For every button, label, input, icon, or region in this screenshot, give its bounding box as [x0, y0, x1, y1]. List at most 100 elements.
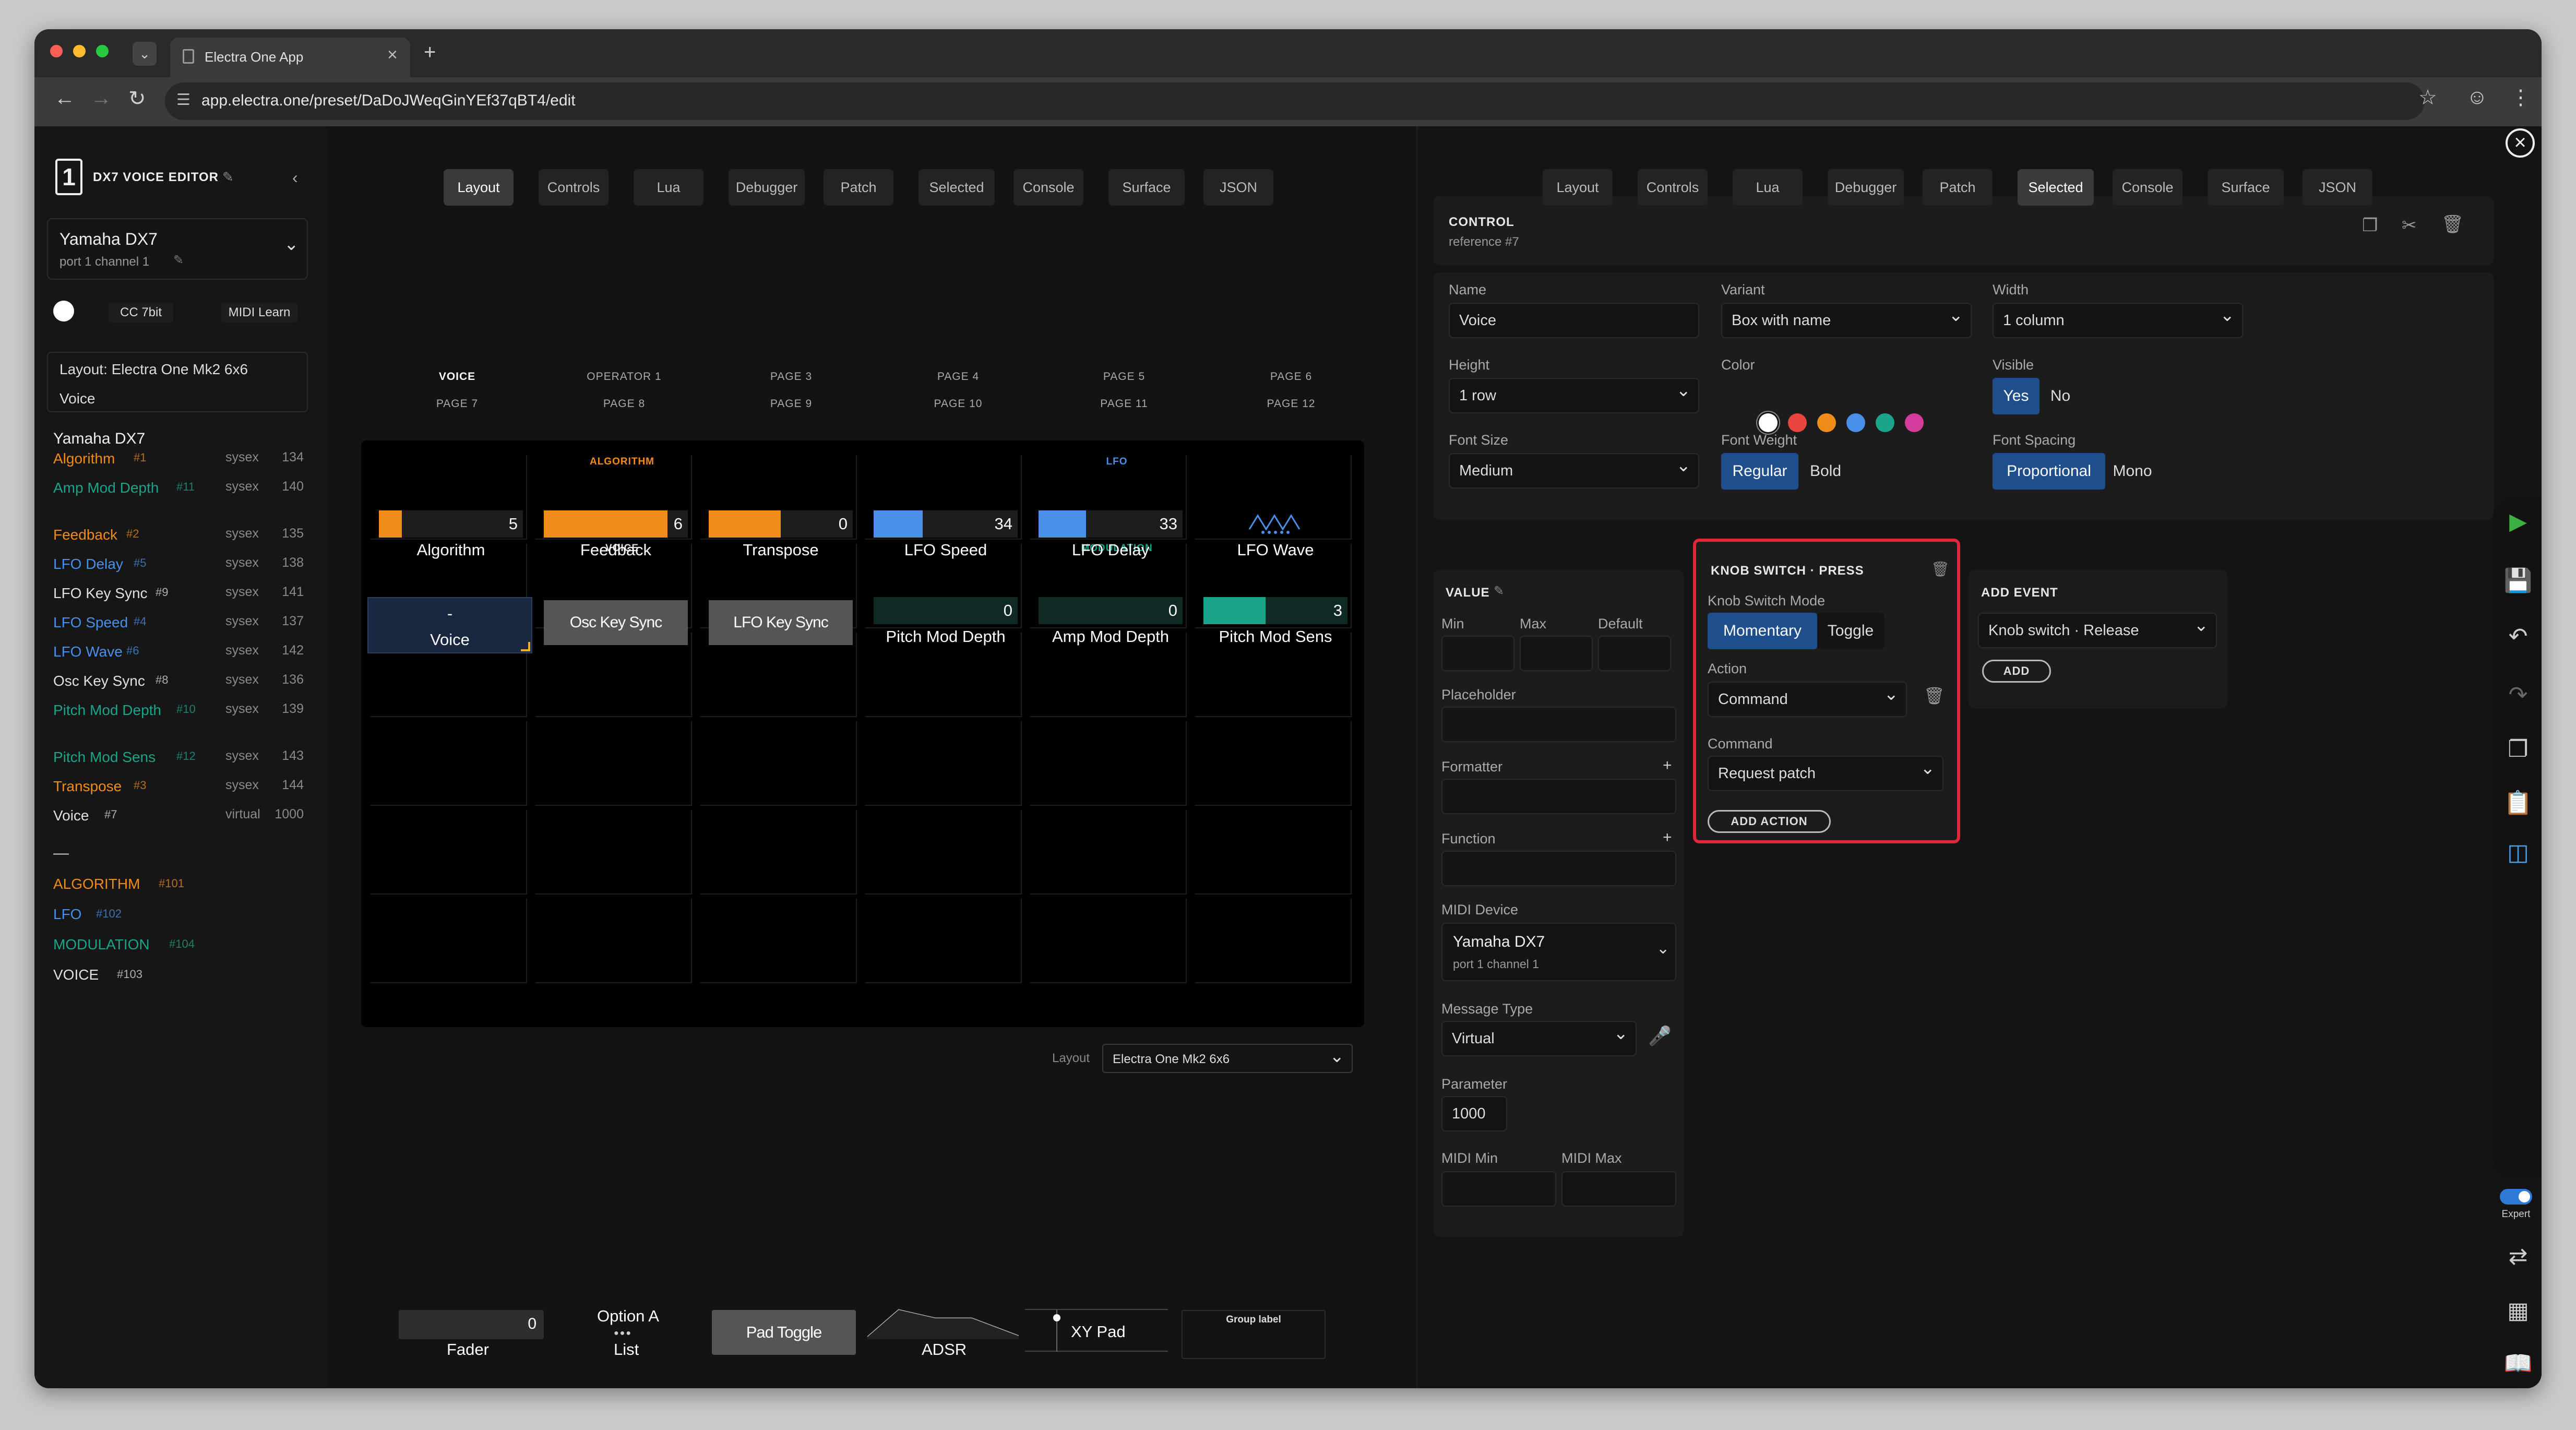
device-icon[interactable]: ▦: [2500, 1297, 2536, 1324]
tab-controls[interactable]: Controls: [539, 169, 609, 206]
min-input[interactable]: [1441, 636, 1514, 671]
parameter-item[interactable]: Pitch Mod Depth #10 sysex 139: [53, 701, 304, 726]
save-icon[interactable]: 💾: [2500, 567, 2536, 594]
tab-patch[interactable]: Patch: [824, 169, 893, 206]
fader-control[interactable]: 6: [544, 510, 688, 538]
tab-console[interactable]: Console: [1013, 169, 1083, 206]
max-input[interactable]: [1520, 636, 1593, 671]
page-button[interactable]: PAGE 9: [713, 398, 869, 410]
palette-list-label[interactable]: List: [614, 1340, 639, 1359]
formatter-input[interactable]: [1441, 779, 1676, 814]
page-button[interactable]: PAGE 11: [1046, 398, 1202, 410]
grid-cell[interactable]: [1195, 721, 1352, 806]
parameter-item[interactable]: Amp Mod Depth #11 sysex 140: [53, 479, 304, 504]
midi-min-input[interactable]: [1441, 1171, 1556, 1207]
transfer-icon[interactable]: ⇄: [2500, 1243, 2536, 1270]
color-swatch[interactable]: [1759, 413, 1778, 432]
delete-action-icon[interactable]: 🗑: [1924, 686, 1945, 706]
tab-selected[interactable]: Selected: [919, 169, 995, 206]
play-icon[interactable]: ▶: [2500, 508, 2536, 535]
page-button[interactable]: PAGE 12: [1213, 398, 1369, 410]
grid-cell[interactable]: [535, 721, 692, 806]
fader-control[interactable]: 0: [709, 510, 853, 538]
color-swatch[interactable]: [1817, 413, 1836, 432]
midi-indicator-toggle[interactable]: [53, 301, 74, 321]
group-item[interactable]: LFO #102: [53, 906, 304, 931]
grid-cell[interactable]: [1195, 810, 1352, 895]
font-spacing-mono[interactable]: Mono: [2105, 453, 2160, 490]
command-select[interactable]: Request patch: [1708, 756, 1943, 791]
expert-toggle[interactable]: [2500, 1189, 2532, 1205]
right-tab-console[interactable]: Console: [2113, 169, 2183, 206]
grid-cell[interactable]: [1030, 810, 1187, 895]
right-tab-debugger[interactable]: Debugger: [1828, 169, 1904, 206]
grid-cell[interactable]: [371, 899, 527, 983]
redo-icon[interactable]: ↷: [2500, 682, 2536, 708]
visible-no-button[interactable]: No: [2040, 378, 2081, 414]
resize-handle-icon[interactable]: [521, 642, 530, 651]
height-select[interactable]: 1 row: [1449, 378, 1699, 413]
parameter-item[interactable]: LFO Delay #5 sysex 138: [53, 555, 304, 580]
copy-icon[interactable]: ❐: [2362, 215, 2378, 236]
color-swatch[interactable]: [1905, 413, 1924, 432]
font-weight-bold[interactable]: Bold: [1798, 453, 1853, 490]
page-button[interactable]: PAGE 5: [1046, 371, 1202, 383]
device-selector[interactable]: Yamaha DX7 port 1 channel 1 ✎ ⌄: [47, 218, 308, 280]
page-button[interactable]: PAGE 6: [1213, 371, 1369, 383]
palette-fader[interactable]: 0: [399, 1310, 544, 1339]
grid-cell[interactable]: [1195, 899, 1352, 983]
cut-icon[interactable]: ✂: [2402, 215, 2417, 236]
url-field[interactable]: ☰ app.electra.one/preset/DaDoJWeqGinYEf3…: [165, 82, 2425, 120]
parameter-item[interactable]: LFO Key Sync #9 sysex 141: [53, 585, 304, 610]
grid-cell[interactable]: [700, 633, 857, 717]
function-input[interactable]: [1441, 851, 1676, 886]
grid-cell[interactable]: [1030, 721, 1187, 806]
grid-cell[interactable]: [865, 810, 1022, 895]
width-select[interactable]: 1 column: [1993, 303, 2243, 338]
pad-toggle-control[interactable]: LFO Key Sync: [709, 600, 853, 645]
paste-icon[interactable]: 📋: [2500, 789, 2536, 816]
grid-cell[interactable]: [700, 721, 857, 806]
fader-control[interactable]: 33: [1039, 510, 1183, 538]
site-settings-icon[interactable]: ☰: [176, 91, 190, 109]
color-swatch[interactable]: [1846, 413, 1865, 432]
page-button[interactable]: PAGE 3: [713, 371, 869, 383]
font-weight-regular[interactable]: Regular: [1721, 453, 1798, 490]
right-tab-lua[interactable]: Lua: [1733, 169, 1803, 206]
right-tab-selected[interactable]: Selected: [2018, 169, 2094, 206]
edit-value-icon[interactable]: ✎: [1494, 583, 1504, 599]
parameter-item[interactable]: Voice #7 virtual 1000: [53, 807, 304, 832]
minimize-window-button[interactable]: [73, 45, 86, 57]
fader-control[interactable]: 0: [1039, 597, 1183, 624]
group-item[interactable]: MODULATION #104: [53, 936, 304, 961]
voice-list-control[interactable]: - Voice: [367, 597, 532, 653]
layout-select[interactable]: Electra One Mk2 6x6: [1102, 1044, 1353, 1073]
close-tab-icon[interactable]: ×: [387, 45, 398, 65]
page-button[interactable]: PAGE 8: [546, 398, 702, 410]
right-tab-json[interactable]: JSON: [2303, 169, 2372, 206]
grid-cell[interactable]: [700, 810, 857, 895]
grid-cell[interactable]: [865, 899, 1022, 983]
variant-select[interactable]: Box with name: [1721, 303, 1972, 338]
tab-surface[interactable]: Surface: [1108, 169, 1185, 206]
parameter-item[interactable]: LFO Wave #6 sysex 142: [53, 643, 304, 668]
forward-icon[interactable]: →: [91, 87, 112, 110]
pad-toggle-control[interactable]: Osc Key Sync: [544, 600, 688, 645]
parameter-item[interactable]: Algorithm #1 sysex 134: [53, 450, 304, 475]
grid-cell[interactable]: [535, 810, 692, 895]
placeholder-input[interactable]: [1441, 707, 1676, 742]
parameter-input[interactable]: 1000: [1441, 1096, 1507, 1131]
group-item[interactable]: ALGORITHM #101: [53, 876, 304, 901]
mode-momentary-button[interactable]: Momentary: [1708, 613, 1817, 649]
back-icon[interactable]: ←: [54, 87, 75, 110]
parameter-item[interactable]: Pitch Mod Sens #12 sysex 143: [53, 748, 304, 773]
grid-cell[interactable]: [700, 899, 857, 983]
cc-7bit-button[interactable]: CC 7bit: [109, 303, 173, 323]
grid-cell[interactable]: [371, 721, 527, 806]
midi-max-input[interactable]: [1561, 1171, 1676, 1207]
tab-list-icon[interactable]: ⌄: [133, 42, 157, 66]
browser-tab[interactable]: Electra One App ×: [170, 38, 410, 77]
tab-layout[interactable]: Layout: [444, 169, 514, 206]
palette-pad-toggle[interactable]: Pad Toggle: [712, 1310, 856, 1355]
page-button[interactable]: PAGE 7: [379, 398, 535, 410]
